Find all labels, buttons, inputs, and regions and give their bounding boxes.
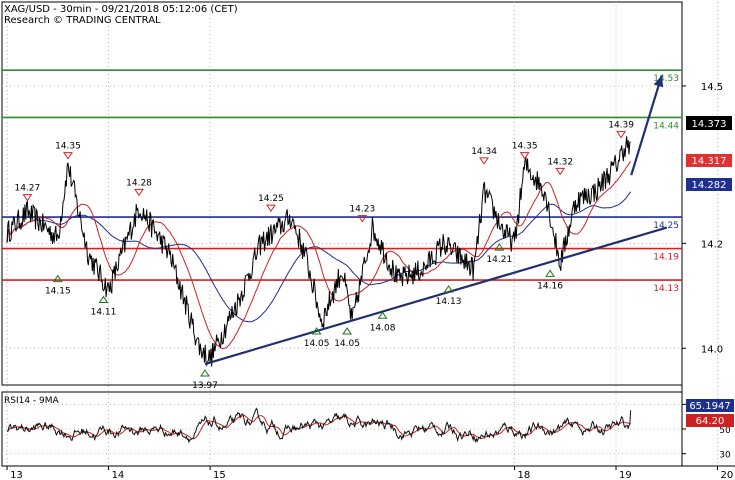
- high-label-4: 14.23: [349, 205, 375, 215]
- high-marker-0: [22, 194, 33, 202]
- low-label-6: 14.13: [436, 297, 462, 307]
- low-marker-2: [200, 369, 210, 377]
- ytick-label-2: 14.5: [701, 82, 723, 93]
- xtick-label-0: 13: [10, 470, 23, 480]
- current-price-label: 14.373: [692, 119, 727, 130]
- high-marker-2: [134, 188, 144, 197]
- high-label-1: 14.35: [55, 142, 81, 152]
- high-label-8: 14.39: [608, 121, 634, 131]
- ma-fast-line: [6, 161, 631, 350]
- chart-source: Research © TRADING CENTRAL: [4, 15, 161, 26]
- low-marker-1: [98, 295, 109, 304]
- low-label-5: 14.08: [370, 323, 396, 333]
- low-label-2: 13.97: [192, 381, 218, 391]
- high-label-7: 14.32: [547, 157, 573, 167]
- level-label-3: 14.19: [653, 253, 679, 263]
- low-label-1: 14.11: [91, 308, 117, 318]
- ma-slow-badge-label: 14.282: [692, 180, 727, 191]
- low-label-3: 14.05: [304, 339, 330, 349]
- high-marker-1: [63, 152, 73, 160]
- high-marker-3: [266, 204, 276, 213]
- high-label-3: 14.25: [258, 194, 284, 204]
- rsi-ytick-label-1: 50: [719, 426, 731, 436]
- xtick-label-5: 20: [721, 470, 734, 480]
- low-label-4: 14.05: [334, 339, 360, 349]
- low-label-7: 14.21: [486, 255, 512, 265]
- ytick-label-1: 14.2: [701, 239, 723, 250]
- level-label-4: 14.13: [653, 284, 679, 294]
- ytick-label-0: 14.0: [701, 344, 723, 355]
- high-label-2: 14.28: [126, 178, 152, 188]
- low-marker-8: [545, 269, 555, 277]
- xtick-label-2: 15: [213, 470, 226, 480]
- high-marker-6: [519, 152, 530, 160]
- high-marker-8: [616, 131, 627, 139]
- high-label-0: 14.27: [14, 184, 40, 194]
- high-marker-7: [555, 167, 566, 176]
- rsi-ytick-label-0: 30: [719, 451, 731, 461]
- rsi-label: RSI14 - 9MA: [4, 396, 60, 406]
- level-label-1: 14.44: [653, 121, 679, 131]
- low-label-8: 14.16: [537, 281, 563, 291]
- low-label-0: 14.15: [45, 287, 71, 297]
- xtick-label-3: 18: [518, 470, 531, 480]
- xtick-label-1: 14: [112, 470, 125, 480]
- ma-fast-badge-label: 14.317: [692, 156, 727, 167]
- low-marker-4: [342, 327, 353, 335]
- xtick-label-4: 19: [619, 470, 632, 480]
- price-chart: 14.5314.4414.2514.1914.13 14.2714.3514.2…: [1, 1, 735, 480]
- chart-title: XAG/USD - 30min - 09/21/2018 05:12:06 (C…: [4, 4, 238, 15]
- rsi-value-label: 65.1947: [689, 401, 730, 412]
- high-marker-5: [479, 157, 490, 165]
- high-label-5: 14.34: [471, 147, 497, 157]
- high-label-6: 14.35: [512, 142, 538, 152]
- rsi-line: [6, 407, 632, 444]
- rsi-ma-label: 64.20: [696, 416, 725, 427]
